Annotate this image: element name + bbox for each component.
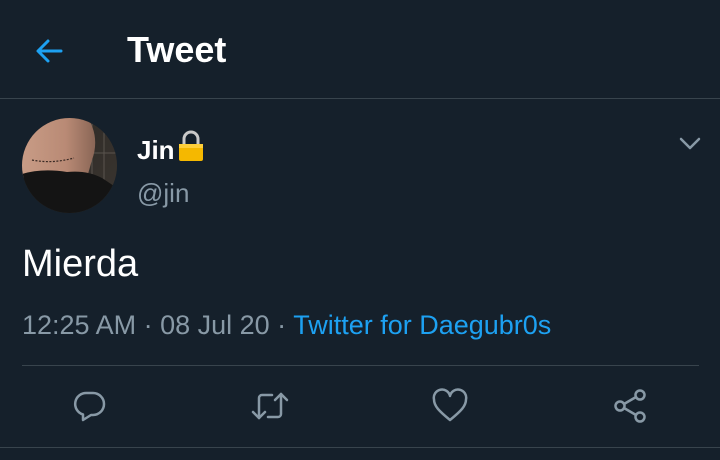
meta-separator: · xyxy=(136,310,161,340)
retweet-icon xyxy=(251,392,289,420)
author-name[interactable]: Jin xyxy=(137,130,205,170)
tweet-source-link[interactable]: Twitter for Daegubr0s xyxy=(293,310,551,340)
tweet-text: Mierda xyxy=(22,243,139,285)
share-icon xyxy=(614,389,646,423)
tweet-meta: 12:25 AM · 08 Jul 20 · Twitter for Daegu… xyxy=(22,306,551,344)
reply-icon xyxy=(73,391,106,422)
page-title: Tweet xyxy=(127,29,227,70)
avatar[interactable] xyxy=(22,118,117,213)
top-bar: Tweet xyxy=(0,0,720,99)
chevron-down-icon xyxy=(679,137,701,150)
retweet-button[interactable] xyxy=(250,386,290,426)
back-button[interactable] xyxy=(26,28,72,74)
tweet-date: 08 Jul 20 xyxy=(160,310,270,340)
like-button[interactable] xyxy=(430,386,470,426)
meta-separator: · xyxy=(269,310,294,340)
like-icon xyxy=(432,388,468,422)
share-button[interactable] xyxy=(610,386,650,426)
reply-button[interactable] xyxy=(70,386,110,426)
author-handle[interactable]: @jin xyxy=(137,176,189,210)
arrow-left-icon xyxy=(36,39,63,63)
divider xyxy=(0,447,720,448)
display-name-text: Jin xyxy=(137,135,175,165)
lock-icon xyxy=(177,130,205,170)
action-bar xyxy=(0,366,720,446)
more-options-button[interactable] xyxy=(674,128,706,160)
tweet-time: 12:25 AM xyxy=(22,310,137,340)
